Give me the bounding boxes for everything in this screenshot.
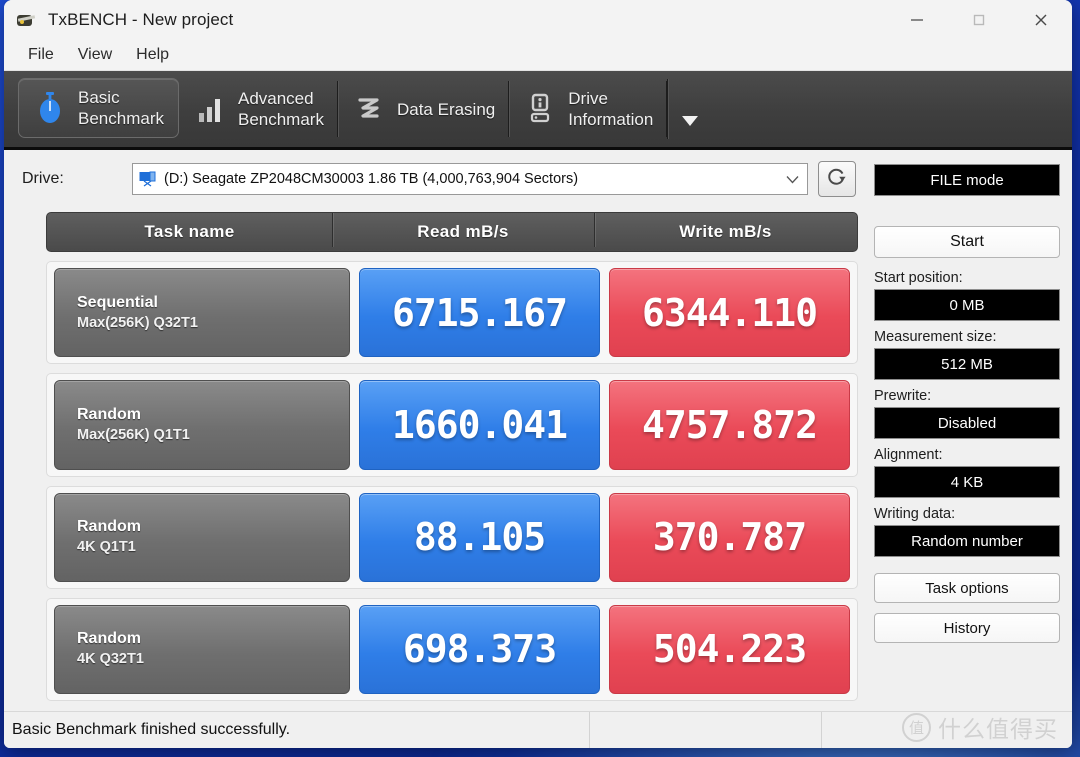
menu-item-help[interactable]: Help (126, 44, 179, 66)
task-title: Random (77, 629, 349, 649)
txbench-logo-icon (16, 10, 38, 30)
column-header-write: Write mB/s (594, 222, 857, 242)
task-name-cell: Sequential Max(256K) Q32T1 (54, 268, 350, 357)
drive-selector-row: Drive: (D:) Seagate ZP2048CM30003 1.86 T… (4, 150, 868, 208)
chevron-down-icon (679, 114, 701, 133)
task-detail: 4K Q32T1 (77, 649, 349, 669)
read-value: 698.373 (359, 605, 600, 694)
column-header-read: Read mB/s (332, 222, 594, 242)
tab-label-drive-information: Drive Information (568, 88, 653, 130)
main-body: Drive: (D:) Seagate ZP2048CM30003 1.86 T… (4, 150, 1072, 711)
txbench-window: TxBENCH - New project File View Help (4, 0, 1072, 748)
eraser-wave-icon (352, 90, 386, 128)
status-pane-tertiary (822, 712, 1072, 748)
window-controls (886, 0, 1072, 40)
tab-data-erasing[interactable]: Data Erasing (338, 71, 509, 147)
write-value: 4757.872 (609, 380, 850, 469)
refresh-icon (826, 166, 848, 193)
drive-select[interactable]: (D:) Seagate ZP2048CM30003 1.86 TB (4,00… (132, 163, 808, 195)
alignment-label: Alignment: (874, 447, 1060, 463)
results-table: Task name Read mB/s Write mB/s Sequentia… (46, 212, 858, 701)
title-bar: TxBENCH - New project (4, 0, 1072, 40)
read-value: 88.105 (359, 493, 600, 582)
chevron-down-icon[interactable] (781, 175, 803, 184)
writing-data-label: Writing data: (874, 506, 1060, 522)
drive-selected-value: (D:) Seagate ZP2048CM30003 1.86 TB (4,00… (164, 171, 781, 187)
tab-overflow-button[interactable] (667, 71, 711, 147)
stopwatch-icon (33, 89, 67, 127)
prewrite-value[interactable]: Disabled (874, 407, 1060, 439)
write-value: 370.787 (609, 493, 850, 582)
drive-label: Drive: (22, 170, 132, 188)
task-title: Random (77, 405, 349, 425)
task-detail: Max(256K) Q1T1 (77, 425, 349, 445)
menu-item-file[interactable]: File (18, 44, 64, 66)
read-value: 6715.167 (359, 268, 600, 357)
close-icon[interactable] (1010, 0, 1072, 40)
write-value: 6344.110 (609, 268, 850, 357)
tab-advanced-benchmark[interactable]: Advanced Benchmark (179, 71, 338, 147)
benchmark-area: Drive: (D:) Seagate ZP2048CM30003 1.86 T… (4, 150, 868, 711)
status-message: Basic Benchmark finished successfully. (4, 712, 590, 748)
history-button[interactable]: History (874, 613, 1060, 643)
task-name-cell: Random 4K Q32T1 (54, 605, 350, 694)
tab-drive-information[interactable]: Drive Information (509, 71, 667, 147)
minimize-icon[interactable] (886, 0, 948, 40)
control-panel: FILE mode Start Start position: 0 MB Mea… (868, 150, 1072, 711)
start-button[interactable]: Start (874, 226, 1060, 258)
writing-data-value[interactable]: Random number (874, 525, 1060, 557)
table-row: Sequential Max(256K) Q32T1 6715.167 6344… (46, 261, 858, 364)
tab-label-basic-benchmark: Basic Benchmark (78, 87, 164, 129)
task-name-cell: Random Max(256K) Q1T1 (54, 380, 350, 469)
tab-label-advanced-benchmark: Advanced Benchmark (238, 88, 324, 130)
maximize-icon[interactable] (948, 0, 1010, 40)
tab-label-data-erasing: Data Erasing (397, 99, 495, 120)
bar-chart-icon (193, 90, 227, 128)
refresh-button[interactable] (818, 161, 856, 197)
drive-info-icon (523, 90, 557, 128)
measurement-size-label: Measurement size: (874, 329, 1060, 345)
start-position-label: Start position: (874, 270, 1060, 286)
prewrite-label: Prewrite: (874, 388, 1060, 404)
task-detail: 4K Q1T1 (77, 537, 349, 557)
screen: TxBENCH - New project File View Help (0, 0, 1080, 757)
removable-drive-icon (139, 171, 158, 187)
write-value: 504.223 (609, 605, 850, 694)
window-title: TxBENCH - New project (48, 10, 233, 30)
start-position-value[interactable]: 0 MB (874, 289, 1060, 321)
task-title: Random (77, 517, 349, 537)
menu-bar: File View Help (4, 40, 1072, 71)
read-value: 1660.041 (359, 380, 600, 469)
table-row: Random 4K Q32T1 698.373 504.223 (46, 598, 858, 701)
column-header-task-name: Task name (47, 222, 332, 242)
task-detail: Max(256K) Q32T1 (77, 313, 349, 333)
menu-item-view[interactable]: View (68, 44, 122, 66)
status-bar: Basic Benchmark finished successfully. 值… (4, 711, 1072, 748)
task-title: Sequential (77, 293, 349, 313)
table-header-row: Task name Read mB/s Write mB/s (46, 212, 858, 252)
tab-basic-benchmark[interactable]: Basic Benchmark (18, 78, 179, 138)
task-name-cell: Random 4K Q1T1 (54, 493, 350, 582)
alignment-value[interactable]: 4 KB (874, 466, 1060, 498)
measurement-size-value[interactable]: 512 MB (874, 348, 1060, 380)
task-options-button[interactable]: Task options (874, 573, 1060, 603)
table-row: Random Max(256K) Q1T1 1660.041 4757.872 (46, 373, 858, 476)
file-mode-button[interactable]: FILE mode (874, 164, 1060, 196)
status-pane-secondary (590, 712, 822, 748)
table-row: Random 4K Q1T1 88.105 370.787 (46, 486, 858, 589)
tab-strip: Basic Benchmark Advanced Benchmark (4, 71, 1072, 150)
